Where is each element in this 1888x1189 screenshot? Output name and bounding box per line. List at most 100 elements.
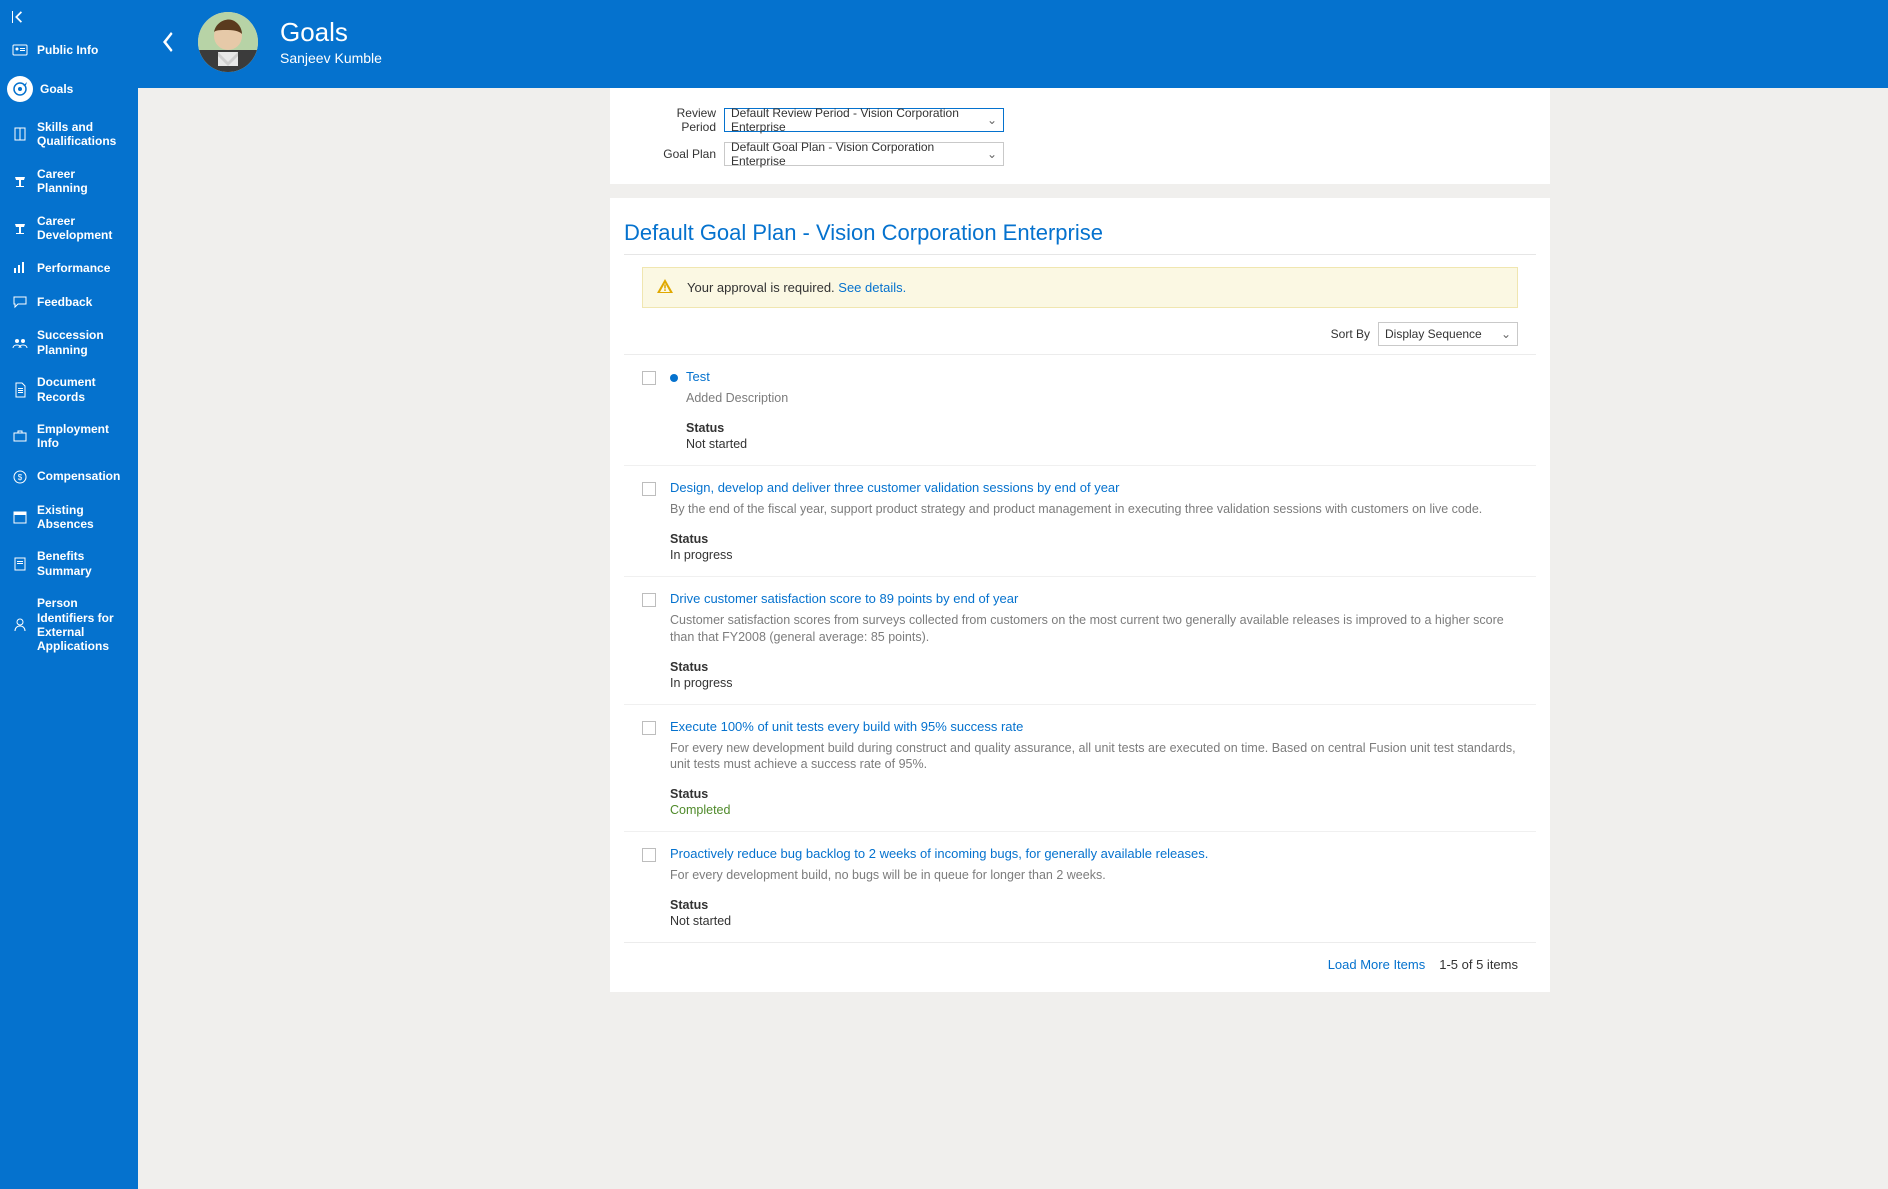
status-label: Status xyxy=(670,660,1518,674)
sidebar: Public Info Goals Skills and Qualification… xyxy=(0,0,138,1189)
status-label: Status xyxy=(670,532,1518,546)
goal-description: By the end of the fiscal year, support p… xyxy=(670,501,1518,518)
benefits-icon xyxy=(10,556,30,572)
sidebar-item-career-planning[interactable]: Career Planning xyxy=(0,158,138,205)
status-value: Not started xyxy=(686,437,1518,451)
goal-description: For every development build, no bugs wil… xyxy=(670,867,1518,884)
goal-plan-label: Goal Plan xyxy=(640,147,716,161)
goal-title-link[interactable]: Design, develop and deliver three custom… xyxy=(670,480,1119,495)
sort-by-label: Sort By xyxy=(1331,327,1370,341)
sidebar-item-benefits-summary[interactable]: Benefits Summary xyxy=(0,540,138,587)
chevron-down-icon: ⌄ xyxy=(987,113,997,127)
goal-plan-value: Default Goal Plan - Vision Corporation E… xyxy=(731,140,987,168)
sort-by-value: Display Sequence xyxy=(1385,327,1482,341)
sidebar-item-public-info[interactable]: Public Info xyxy=(0,33,138,67)
goal-list: Test Added Description Status Not started De… xyxy=(624,354,1536,942)
money-icon: $ xyxy=(10,469,30,485)
goal-plan-panel: Default Goal Plan - Vision Corporation E… xyxy=(610,198,1550,992)
avatar xyxy=(198,12,258,72)
sidebar-item-label: Career Development xyxy=(37,214,128,243)
sidebar-item-label: Goals xyxy=(40,82,73,96)
goal-plan-select[interactable]: Default Goal Plan - Vision Corporation E… xyxy=(724,142,1004,166)
sidebar-item-feedback[interactable]: Feedback xyxy=(0,285,138,319)
goal-checkbox[interactable] xyxy=(642,721,656,735)
sidebar-item-label: Benefits Summary xyxy=(37,549,128,578)
page-subtitle: Sanjeev Kumble xyxy=(280,50,382,66)
chevron-left-icon xyxy=(160,30,176,54)
collapse-sidebar-button[interactable] xyxy=(0,8,138,33)
review-period-select[interactable]: Default Review Period - Vision Corporati… xyxy=(724,108,1004,132)
sidebar-item-label: Existing Absences xyxy=(37,503,128,532)
lectern-icon xyxy=(10,173,30,189)
filter-panel: Review Period Default Review Period - Vi… xyxy=(610,88,1550,184)
review-period-value: Default Review Period - Vision Corporati… xyxy=(731,106,987,134)
goal-title-link[interactable]: Proactively reduce bug backlog to 2 week… xyxy=(670,846,1208,861)
sidebar-item-career-development[interactable]: Career Development xyxy=(0,205,138,252)
load-more-link[interactable]: Load More Items xyxy=(1328,957,1426,972)
absence-icon xyxy=(10,509,30,525)
sidebar-item-label: Compensation xyxy=(37,469,120,483)
goal-title-link[interactable]: Drive customer satisfaction score to 89 … xyxy=(670,591,1018,606)
goal-checkbox[interactable] xyxy=(642,371,656,385)
sidebar-item-label: Career Planning xyxy=(37,167,128,196)
sidebar-item-label: Feedback xyxy=(37,295,92,309)
see-details-link[interactable]: See details. xyxy=(838,280,906,295)
book-icon xyxy=(10,126,30,142)
target-icon xyxy=(7,76,33,102)
sidebar-item-employment-info[interactable]: Employment Info xyxy=(0,413,138,460)
page-title: Goals xyxy=(280,18,382,47)
sidebar-item-person-identifiers-for-external-applications[interactable]: Person Identifiers for External Applicat… xyxy=(0,587,138,663)
goal-row: Test Added Description Status Not started xyxy=(624,354,1536,465)
id-icon xyxy=(10,617,30,633)
goal-description: Added Description xyxy=(686,390,1518,407)
sidebar-item-compensation[interactable]: $ Compensation xyxy=(0,460,138,494)
goal-checkbox[interactable] xyxy=(642,593,656,607)
goal-row: Proactively reduce bug backlog to 2 week… xyxy=(624,831,1536,942)
sort-by-select[interactable]: Display Sequence ⌄ xyxy=(1378,322,1518,346)
sidebar-item-succession-planning[interactable]: Succession Planning xyxy=(0,319,138,366)
sidebar-item-label: Succession Planning xyxy=(37,328,128,357)
sidebar-item-skills-and-qualifications[interactable]: Skills and Qualifications xyxy=(0,111,138,158)
status-dot-icon xyxy=(670,374,678,382)
chat-icon xyxy=(10,294,30,310)
goal-row: Design, develop and deliver three custom… xyxy=(624,465,1536,576)
sidebar-item-goals[interactable]: Goals xyxy=(0,67,138,111)
goal-checkbox[interactable] xyxy=(642,848,656,862)
doc-icon xyxy=(10,382,30,398)
goal-title-link[interactable]: Execute 100% of unit tests every build w… xyxy=(670,719,1023,734)
sidebar-item-label: Document Records xyxy=(37,375,128,404)
status-value: In progress xyxy=(670,548,1518,562)
goal-description: Customer satisfaction scores from survey… xyxy=(670,612,1518,646)
lectern2-icon xyxy=(10,220,30,236)
alert-text: Your approval is required. xyxy=(687,280,838,295)
list-footer: Load More Items 1-5 of 5 items xyxy=(624,942,1536,972)
sidebar-item-label: Public Info xyxy=(37,43,98,57)
goal-row: Execute 100% of unit tests every build w… xyxy=(624,704,1536,832)
status-label: Status xyxy=(686,421,1518,435)
goal-checkbox[interactable] xyxy=(642,482,656,496)
chevron-down-icon: ⌄ xyxy=(987,147,997,161)
approval-alert: Your approval is required. See details. xyxy=(642,267,1518,308)
back-button[interactable] xyxy=(154,28,182,56)
collapse-icon xyxy=(10,10,24,24)
plan-title: Default Goal Plan - Vision Corporation E… xyxy=(624,220,1536,255)
card-icon xyxy=(10,42,30,58)
status-value: Completed xyxy=(670,803,1518,817)
item-counter: 1-5 of 5 items xyxy=(1439,957,1518,972)
status-label: Status xyxy=(670,898,1518,912)
chart-icon xyxy=(10,260,30,276)
review-period-label: Review Period xyxy=(640,106,716,134)
svg-text:$: $ xyxy=(18,473,23,482)
sidebar-item-performance[interactable]: Performance xyxy=(0,251,138,285)
sidebar-item-label: Employment Info xyxy=(37,422,128,451)
briefcase-icon xyxy=(10,428,30,444)
goal-description: For every new development build during c… xyxy=(670,740,1518,774)
chevron-down-icon: ⌄ xyxy=(1501,327,1511,341)
goal-title-link[interactable]: Test xyxy=(686,369,710,384)
warning-icon xyxy=(657,278,673,297)
sidebar-item-label: Person Identifiers for External Applicat… xyxy=(37,596,128,654)
sidebar-item-document-records[interactable]: Document Records xyxy=(0,366,138,413)
status-value: In progress xyxy=(670,676,1518,690)
sidebar-item-existing-absences[interactable]: Existing Absences xyxy=(0,494,138,541)
page-header: Goals Sanjeev Kumble xyxy=(138,0,1888,88)
